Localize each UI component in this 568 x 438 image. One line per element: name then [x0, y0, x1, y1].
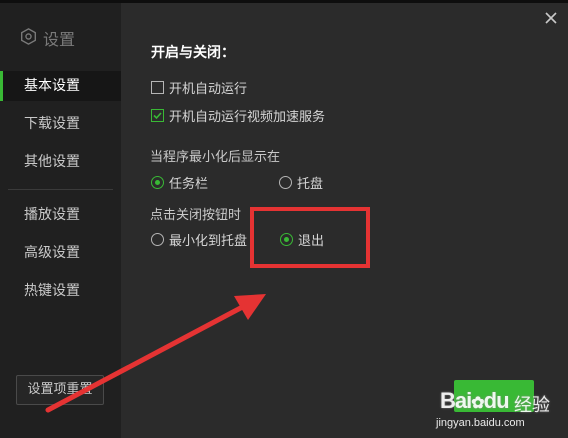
- autostart-checkbox[interactable]: [151, 81, 164, 94]
- accel-service-checkbox[interactable]: [151, 109, 164, 122]
- close-icon[interactable]: [541, 8, 561, 28]
- tray-label: 托盘: [297, 177, 324, 192]
- sidebar-item-basic[interactable]: 基本设置: [0, 71, 121, 101]
- annotation-highlight-box: [250, 207, 370, 268]
- minimize-tray-option[interactable]: 托盘: [279, 173, 323, 192]
- autostart-option[interactable]: 开机自动运行: [151, 78, 247, 97]
- confirm-button[interactable]: [454, 380, 534, 412]
- accel-service-option[interactable]: 开机自动运行视频加速服务: [151, 106, 325, 125]
- minimize-taskbar-option[interactable]: 任务栏: [151, 173, 208, 192]
- section-title: 开启与关闭：: [151, 45, 235, 61]
- settings-sidebar: 设置 基本设置 下载设置 其他设置 播放设置 高级设置 热键设置 设置项重置: [0, 3, 121, 438]
- taskbar-label: 任务栏: [169, 177, 209, 192]
- settings-title: 设置: [43, 30, 76, 49]
- tray-radio[interactable]: [279, 176, 292, 189]
- settings-hexagon-icon: [20, 27, 37, 49]
- reset-settings-button[interactable]: 设置项重置: [16, 375, 104, 405]
- sidebar-item-other[interactable]: 其他设置: [0, 147, 121, 177]
- minimize-to-tray-label: 最小化到托盘: [169, 234, 248, 249]
- sidebar-item-download[interactable]: 下载设置: [0, 109, 121, 139]
- checkmark-icon: [153, 112, 162, 120]
- minimize-heading: 当程序最小化后显示在: [150, 150, 281, 165]
- settings-window: 设置 基本设置 下载设置 其他设置 播放设置 高级设置 热键设置 设置项重置 开…: [0, 0, 568, 438]
- sidebar-item-hotkeys[interactable]: 热键设置: [0, 276, 121, 306]
- autostart-label: 开机自动运行: [169, 82, 248, 97]
- accel-service-label: 开机自动运行视频加速服务: [169, 110, 326, 125]
- close-minimize-tray-option[interactable]: 最小化到托盘: [151, 230, 247, 249]
- sidebar-item-advanced[interactable]: 高级设置: [0, 238, 121, 268]
- sidebar-divider: [8, 189, 113, 190]
- settings-logo: 设置: [20, 27, 75, 49]
- watermark-url: jingyan.baidu.com: [436, 417, 525, 429]
- taskbar-radio[interactable]: [151, 176, 164, 189]
- close-behavior-heading: 点击关闭按钮时: [150, 208, 242, 223]
- minimize-to-tray-radio[interactable]: [151, 233, 164, 246]
- sidebar-item-playback[interactable]: 播放设置: [0, 200, 121, 230]
